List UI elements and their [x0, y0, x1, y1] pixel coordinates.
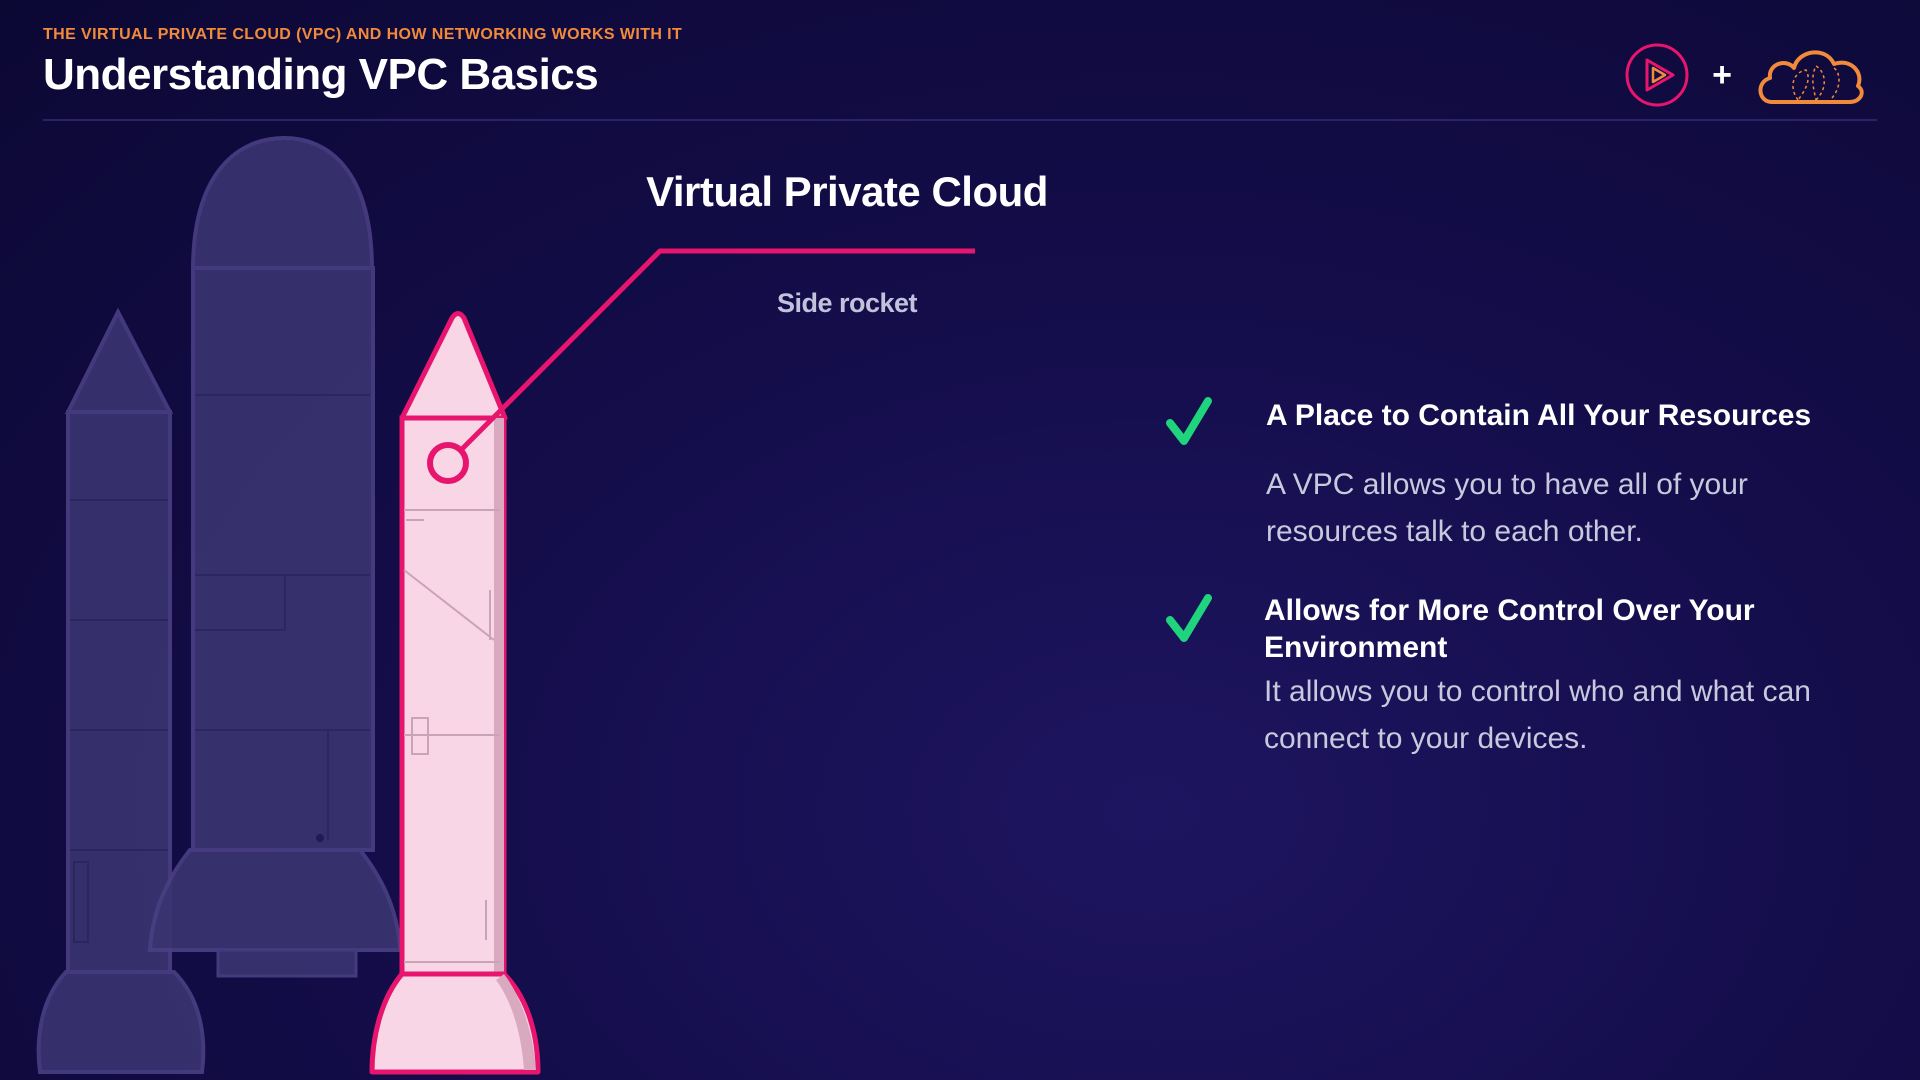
play-circle-icon [1625, 43, 1689, 107]
section-eyebrow: THE VIRTUAL PRIVATE CLOUD (VPC) AND HOW … [43, 26, 683, 43]
check-icon [1166, 594, 1212, 642]
benefit-item: Allows for More Control Over Your Enviro… [1160, 592, 1880, 772]
callout-pointer [427, 248, 975, 484]
background-rocket-center [147, 135, 403, 978]
benefit-title: Allows for More Control Over Your Enviro… [1264, 594, 1755, 664]
plus-separator: + [1712, 56, 1732, 94]
callout-subtitle: Side rocket [776, 288, 918, 318]
cloud-icon [1758, 50, 1864, 104]
background-rocket-left [36, 307, 206, 1074]
callout-title: Virtual Private Cloud [646, 168, 1048, 215]
check-icon [1166, 397, 1212, 445]
page-title: Understanding VPC Basics [43, 50, 599, 99]
benefit-title: A Place to Contain All Your Resources [1266, 399, 1812, 432]
header: THE VIRTUAL PRIVATE CLOUD (VPC) AND HOW … [43, 26, 682, 100]
side-rocket [369, 311, 541, 1075]
logo-group: + [1624, 40, 1866, 110]
benefit-description: A VPC allows you to have all of your res… [1266, 468, 1748, 548]
benefit-item: A Place to Contain All Your Resources A … [1160, 395, 1880, 565]
rocket-illustration [36, 135, 975, 1075]
benefit-description: It allows you to control who and what ca… [1264, 675, 1811, 755]
